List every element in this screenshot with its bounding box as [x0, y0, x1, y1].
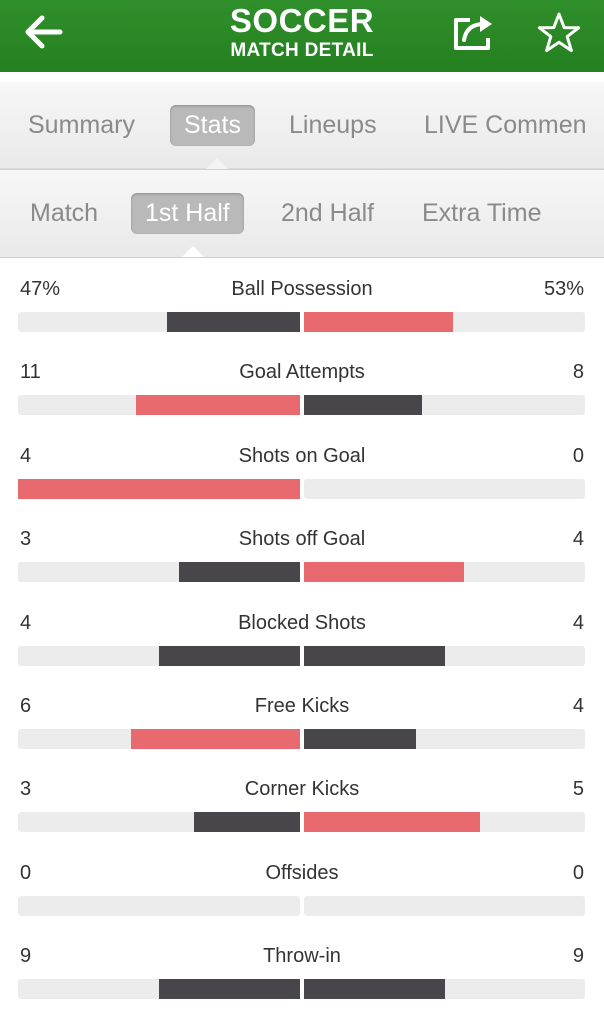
stat-label: Blocked Shots	[238, 611, 366, 634]
stat-label: Shots on Goal	[238, 444, 366, 467]
stat-away-track	[304, 478, 585, 499]
tab-label: Lineups	[289, 111, 377, 139]
tab-summary[interactable]: Summary	[28, 82, 135, 169]
stat-home-bar	[178, 562, 300, 583]
stat-away-value: 4	[572, 528, 584, 551]
stat-row: 4 Shots on Goal 0	[0, 425, 604, 508]
stat-away-bar	[304, 645, 445, 666]
stat-home-bar	[136, 395, 300, 416]
main-tab-bar: Summary Stats Lineups LIVE Commen	[0, 82, 604, 170]
stat-away-bar	[304, 312, 453, 332]
stat-away-value: 8	[572, 361, 584, 384]
stat-row: 3 Corner Kicks 5	[0, 758, 604, 841]
stat-away-bar	[304, 728, 417, 749]
stat-away-track	[304, 645, 585, 666]
stat-label: Corner Kicks	[244, 778, 360, 801]
stat-home-track	[18, 979, 300, 1000]
stat-home-bar	[159, 645, 300, 666]
stat-label: Shots off Goal	[238, 528, 366, 551]
period-label: Match	[30, 199, 99, 227]
stat-away-bar	[304, 562, 465, 583]
stat-row: 11 Goal Attempts 8	[0, 341, 604, 424]
stat-away-bar	[304, 812, 480, 833]
stat-home-track	[18, 728, 300, 749]
stat-label: Free Kicks	[254, 694, 350, 717]
period-label: 2nd Half	[281, 199, 375, 227]
stat-away-track	[304, 312, 585, 332]
stat-label: Offsides	[265, 861, 339, 884]
stat-home-track	[18, 645, 300, 666]
stat-home-bar	[159, 979, 300, 1000]
stat-row: 6 Free Kicks 4	[0, 675, 604, 758]
stat-home-bar	[18, 478, 300, 499]
active-period-pointer	[181, 246, 205, 257]
stat-row: 47% Ball Possession 53%	[0, 258, 604, 341]
stat-away-value: 9	[572, 945, 584, 968]
stat-row: 0 Offsides 0	[0, 842, 604, 925]
stat-home-track	[18, 478, 300, 499]
tab-label: Summary	[28, 111, 135, 139]
stat-row: 3 Shots off Goal 4	[0, 508, 604, 591]
period-1st-half[interactable]: 1st Half	[131, 170, 244, 257]
stat-away-track	[304, 812, 585, 833]
stat-home-bar	[167, 312, 300, 332]
stat-label: Throw-in	[263, 945, 341, 968]
stat-label: Ball Possession	[231, 278, 373, 300]
stat-away-value: 0	[572, 444, 584, 467]
tab-label: Stats	[170, 105, 255, 146]
stat-away-value: 4	[572, 694, 584, 717]
stat-home-track	[18, 895, 300, 916]
tab-label: LIVE Commen	[424, 111, 587, 139]
star-icon[interactable]	[536, 10, 582, 56]
stat-home-track	[18, 812, 300, 833]
stat-away-bar	[304, 979, 445, 1000]
stat-away-track	[304, 562, 585, 583]
stat-away-value: 5	[572, 778, 584, 801]
tab-lineups[interactable]: Lineups	[289, 82, 377, 169]
stat-row: 9 Throw-in 9	[0, 925, 604, 1008]
stat-away-track	[304, 979, 585, 1000]
period-label: 1st Half	[131, 193, 244, 234]
period-label: Extra Time	[422, 199, 542, 227]
app-header: SOCCER MATCH DETAIL	[0, 0, 604, 72]
stat-home-track	[18, 562, 300, 583]
stat-home-track	[18, 312, 300, 332]
period-extra-time[interactable]: Extra Time	[422, 170, 541, 257]
period-match[interactable]: Match	[30, 170, 98, 257]
page-subtitle: MATCH DETAIL	[230, 40, 374, 61]
stat-away-value: 4	[572, 611, 584, 634]
tab-stats[interactable]: Stats	[170, 82, 255, 169]
page-title: SOCCER	[229, 2, 375, 39]
period-2nd-half[interactable]: 2nd Half	[281, 170, 374, 257]
stats-list: 47% Ball Possession 53% 11 Goal Attempts 8 4 Sh…	[0, 258, 604, 1009]
share-icon[interactable]	[450, 12, 498, 52]
stat-away-track	[304, 728, 585, 749]
stat-home-bar	[130, 728, 300, 749]
stat-away-track	[304, 895, 585, 916]
stat-away-track	[304, 395, 585, 416]
stat-home-bar	[194, 812, 300, 833]
stat-row: 4 Blocked Shots 4	[0, 592, 604, 675]
stat-label: Goal Attempts	[239, 361, 365, 384]
active-tab-pointer	[205, 158, 229, 169]
stat-away-value: 0	[572, 861, 584, 884]
stat-away-value: 53%	[543, 278, 584, 300]
stat-home-track	[18, 395, 300, 416]
tab-live-commentary[interactable]: LIVE Commen	[424, 82, 587, 169]
period-tab-bar: Match 1st Half 2nd Half Extra Time	[0, 170, 604, 258]
stat-away-bar	[304, 395, 423, 416]
